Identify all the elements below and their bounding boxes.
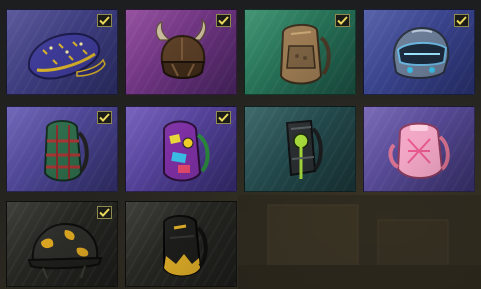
item-tile-visor-helmet[interactable] (363, 9, 475, 95)
selected-check-icon[interactable] (454, 14, 469, 27)
item-tile-sticker-backpack[interactable] (125, 106, 237, 192)
item-tile-black-yellow-backpack[interactable] (125, 201, 237, 287)
selected-check-icon[interactable] (216, 111, 231, 124)
item-tile-starry-cap[interactable] (6, 9, 118, 95)
pink-backpack-icon (388, 122, 450, 179)
item-tile-pink-backpack[interactable] (363, 106, 475, 192)
selected-check-icon[interactable] (97, 206, 112, 219)
item-tile-tan-backpack[interactable] (244, 9, 356, 95)
selected-check-icon[interactable] (97, 14, 112, 27)
item-tile-plaid-backpack[interactable] (6, 106, 118, 192)
black-yellow-backpack-icon (163, 215, 208, 277)
selected-check-icon[interactable] (216, 14, 231, 27)
item-tile-frame-backpack[interactable] (244, 106, 356, 192)
item-tile-camo-helmet[interactable] (6, 201, 118, 287)
selected-check-icon[interactable] (97, 111, 112, 124)
inventory-grid (0, 0, 481, 289)
frame-backpack-icon (285, 119, 323, 179)
item-tile-horned-helmet[interactable] (125, 9, 237, 95)
selected-check-icon[interactable] (335, 14, 350, 27)
